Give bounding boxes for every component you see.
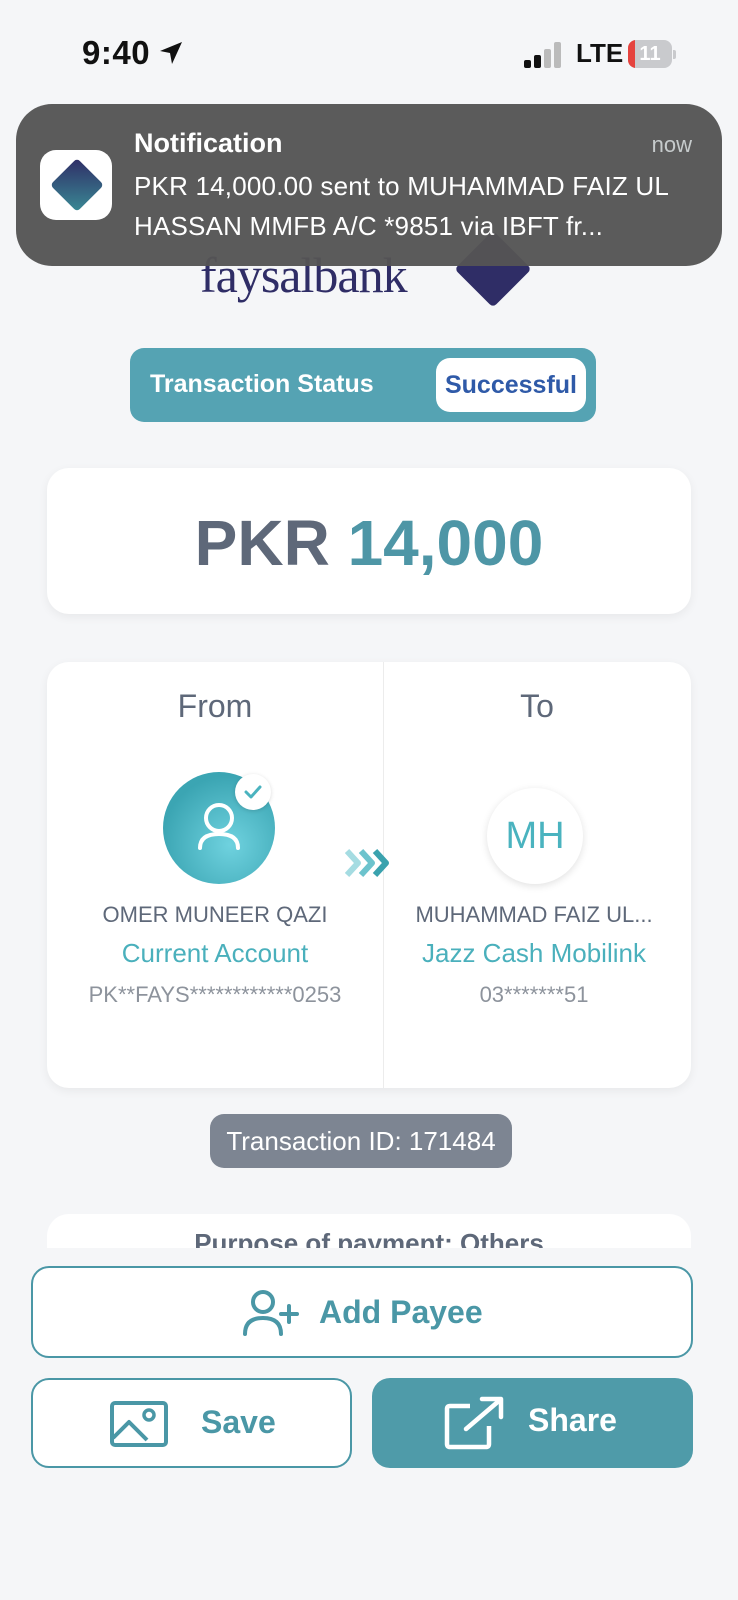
verified-check-icon bbox=[235, 774, 271, 810]
sender-name: OMER MUNEER QAZI bbox=[102, 902, 328, 927]
to-party: To MH MUHAMMAD FAIZ UL... Jazz Cash Mobi… bbox=[383, 662, 691, 1088]
status-bar: 9:40 LTE 11 bbox=[0, 0, 738, 100]
from-heading: From bbox=[177, 688, 253, 724]
battery-level: 11 bbox=[639, 43, 661, 65]
bank-app-icon bbox=[40, 150, 112, 220]
purpose-of-payment: Purpose of payment: Others bbox=[194, 1228, 544, 1248]
status-time: 9:40 bbox=[82, 34, 151, 71]
share-label: Share bbox=[528, 1402, 617, 1438]
notification-banner[interactable]: Notification now PKR 14,000.00 sent to M… bbox=[16, 104, 722, 266]
amount-value: 14,000 bbox=[347, 507, 544, 579]
save-button[interactable]: Save bbox=[31, 1378, 352, 1468]
purpose-section: Purpose of payment: Others bbox=[0, 1210, 738, 1248]
from-party: From OMER MUNEER QAZI Current Account PK… bbox=[47, 662, 383, 1088]
sender-account-number: PK**FAYS************0253 bbox=[88, 982, 342, 1007]
sender-account-type: Current Account bbox=[121, 938, 309, 968]
transaction-status-label: Transaction Status bbox=[150, 370, 374, 398]
recipient-account-number: 03*******51 bbox=[479, 982, 589, 1007]
notification-title: Notification bbox=[134, 128, 283, 158]
notification-body: PKR 14,000.00 sent to MUHAMMAD FAIZ UL H… bbox=[134, 171, 669, 241]
transaction-id: Transaction ID: 171484 bbox=[210, 1114, 512, 1168]
notification-time: now bbox=[651, 132, 692, 157]
add-user-icon bbox=[243, 1290, 299, 1336]
save-label: Save bbox=[201, 1404, 276, 1440]
location-arrow-icon bbox=[160, 42, 182, 64]
transaction-status: Transaction Status Successful bbox=[130, 348, 596, 422]
recipient-account-type: Jazz Cash Mobilink bbox=[422, 938, 646, 968]
recipient-name: MUHAMMAD FAIZ UL... bbox=[415, 902, 653, 927]
purpose-card: Purpose of payment: Others bbox=[47, 1214, 691, 1248]
transfer-parties-card: From OMER MUNEER QAZI Current Account PK… bbox=[47, 662, 691, 1088]
image-icon bbox=[110, 1401, 168, 1447]
amount-card: PKR 14,000 bbox=[47, 468, 691, 614]
cellular-signal-icon bbox=[524, 42, 564, 68]
add-payee-label: Add Payee bbox=[319, 1294, 483, 1330]
network-type: LTE bbox=[576, 38, 624, 68]
share-button[interactable]: Share bbox=[372, 1378, 693, 1468]
amount-currency: PKR bbox=[194, 507, 330, 579]
add-payee-button[interactable]: Add Payee bbox=[31, 1266, 693, 1358]
to-heading: To bbox=[520, 688, 554, 724]
share-external-icon bbox=[444, 1396, 504, 1450]
recipient-avatar: MH bbox=[487, 788, 583, 884]
amount: PKR 14,000 bbox=[47, 506, 691, 580]
status-badge: Successful bbox=[436, 358, 586, 412]
battery-icon: 11 bbox=[628, 40, 676, 68]
